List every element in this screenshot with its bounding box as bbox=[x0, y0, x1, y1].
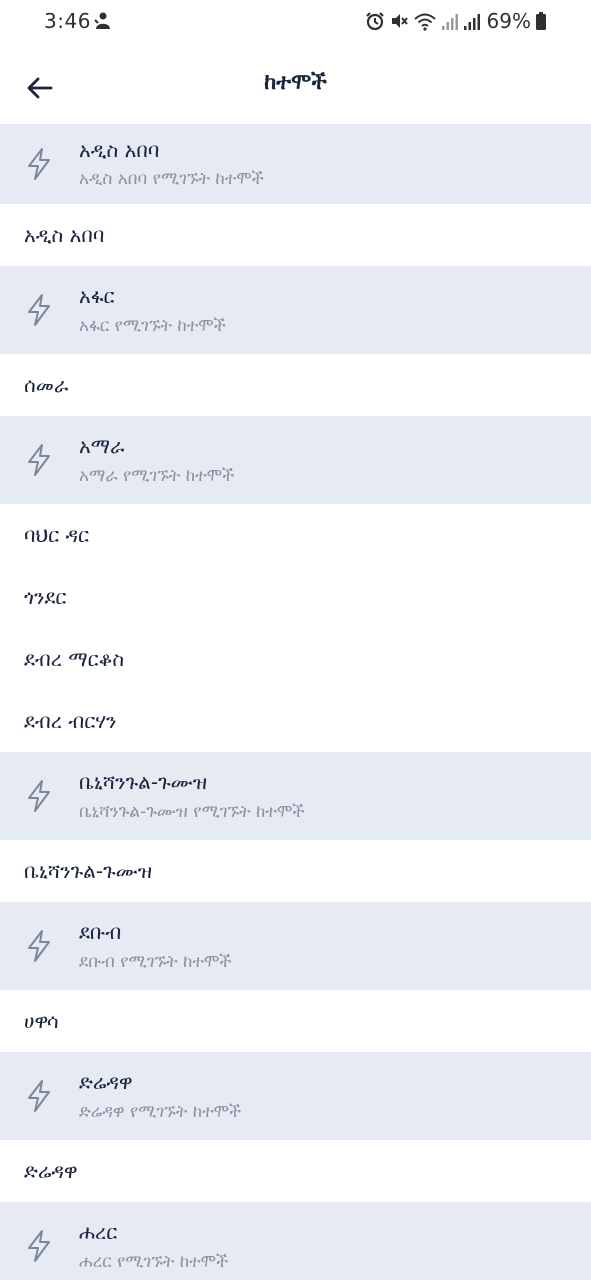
city-item[interactable]: ቤኒሻንጉል-ጉሙዝ bbox=[0, 840, 591, 902]
region-header[interactable]: ደቡብ ደቡብ የሚገኙት ከተሞች bbox=[0, 902, 591, 990]
region-title: ቤኒሻንጉል-ጉሙዝ bbox=[79, 770, 208, 794]
region-header[interactable]: ቤኒሻንጉል-ጉሙዝ ቤኒሻንጉል-ጉሙዝ የሚገኙት ከተሞች bbox=[0, 752, 591, 840]
region-header[interactable]: አዲስ አበባ አዲስ አበባ የሚገኙት ከተሞች bbox=[0, 124, 591, 204]
signal-icon bbox=[441, 14, 458, 30]
region-subtitle: አዲስ አበባ የሚገኙት ከተሞች bbox=[79, 169, 264, 189]
mute-icon bbox=[391, 14, 408, 28]
city-label: ደብረ ብርሃን bbox=[24, 709, 117, 733]
city-item[interactable]: ደብረ ብርሃን bbox=[0, 690, 591, 752]
city-label: አዲስ አበባ bbox=[24, 223, 105, 247]
region-header[interactable]: ሐረር ሐረር የሚገኙት ከተሞች bbox=[0, 1202, 591, 1280]
lightning-icon bbox=[28, 1080, 50, 1112]
city-label: ሀዋሳ bbox=[24, 1009, 59, 1033]
region-title: አማራ bbox=[79, 434, 125, 458]
lightning-icon bbox=[28, 1230, 50, 1262]
region-title: ሐረር bbox=[79, 1220, 118, 1244]
lightning-icon bbox=[28, 444, 50, 476]
city-item[interactable]: ሰመራ bbox=[0, 354, 591, 416]
region-title: ደቡብ bbox=[79, 920, 122, 944]
lightning-icon bbox=[28, 780, 50, 812]
city-item[interactable]: ሀዋሳ bbox=[0, 990, 591, 1052]
city-label: ጎንደር bbox=[24, 585, 67, 609]
region-subtitle: አማራ የሚገኙት ከተሞች bbox=[79, 466, 235, 486]
wifi-icon bbox=[413, 13, 436, 31]
lightning-icon bbox=[28, 148, 50, 180]
region-subtitle: ደቡብ የሚገኙት ከተሞች bbox=[79, 952, 232, 972]
city-label: ደብረ ማርቆስ bbox=[24, 647, 125, 671]
region-subtitle: ቤኒሻንጉል-ጉሙዝ የሚገኙት ከተሞች bbox=[79, 802, 305, 822]
city-item[interactable]: አዲስ አበባ bbox=[0, 204, 591, 266]
city-item[interactable]: ድሬዳዋ bbox=[0, 1140, 591, 1202]
city-label: ሰመራ bbox=[24, 373, 69, 397]
notification-icon bbox=[94, 12, 110, 29]
city-label: ቤኒሻንጉል-ጉሙዝ bbox=[24, 859, 153, 883]
lightning-icon bbox=[28, 294, 50, 326]
status-time: 3:46 bbox=[44, 9, 91, 33]
city-item[interactable]: ጎንደር bbox=[0, 566, 591, 628]
region-subtitle: አፋር የሚገኙት ከተሞች bbox=[79, 316, 226, 336]
status-bar: 3:46 69% bbox=[0, 0, 591, 44]
city-list: አዲስ አበባ አዲስ አበባ የሚገኙት ከተሞች አዲስ አበባ አፋር አፋር የ… bbox=[0, 124, 591, 1280]
city-item[interactable]: ደብረ ማርቆስ bbox=[0, 628, 591, 690]
region-title: አዲስ አበባ bbox=[79, 138, 160, 162]
battery-icon bbox=[536, 12, 546, 30]
region-header[interactable]: አፋር አፋር የሚገኙት ከተሞች bbox=[0, 266, 591, 354]
battery-percent: 69% bbox=[486, 9, 531, 33]
city-item[interactable]: ባህር ዳር bbox=[0, 504, 591, 566]
region-title: ድሬዳዋ bbox=[79, 1070, 133, 1094]
signal-icon-2 bbox=[463, 14, 480, 30]
region-title: አፋር bbox=[79, 284, 115, 308]
region-subtitle: ሐረር የሚገኙት ከተሞች bbox=[79, 1252, 229, 1272]
city-label: ባህር ዳር bbox=[24, 523, 90, 547]
region-header[interactable]: አማራ አማራ የሚገኙት ከተሞች bbox=[0, 416, 591, 504]
city-label: ድሬዳዋ bbox=[24, 1159, 78, 1183]
status-icons: 69% bbox=[365, 9, 547, 33]
app-bar: ከተሞች bbox=[0, 58, 591, 114]
page-title: ከተሞች bbox=[264, 70, 327, 95]
alarm-icon bbox=[365, 12, 384, 31]
region-subtitle: ድሬዳዋ የሚገኙት ከተሞች bbox=[79, 1102, 242, 1122]
region-header[interactable]: ድሬዳዋ ድሬዳዋ የሚገኙት ከተሞች bbox=[0, 1052, 591, 1140]
lightning-icon bbox=[28, 930, 50, 962]
